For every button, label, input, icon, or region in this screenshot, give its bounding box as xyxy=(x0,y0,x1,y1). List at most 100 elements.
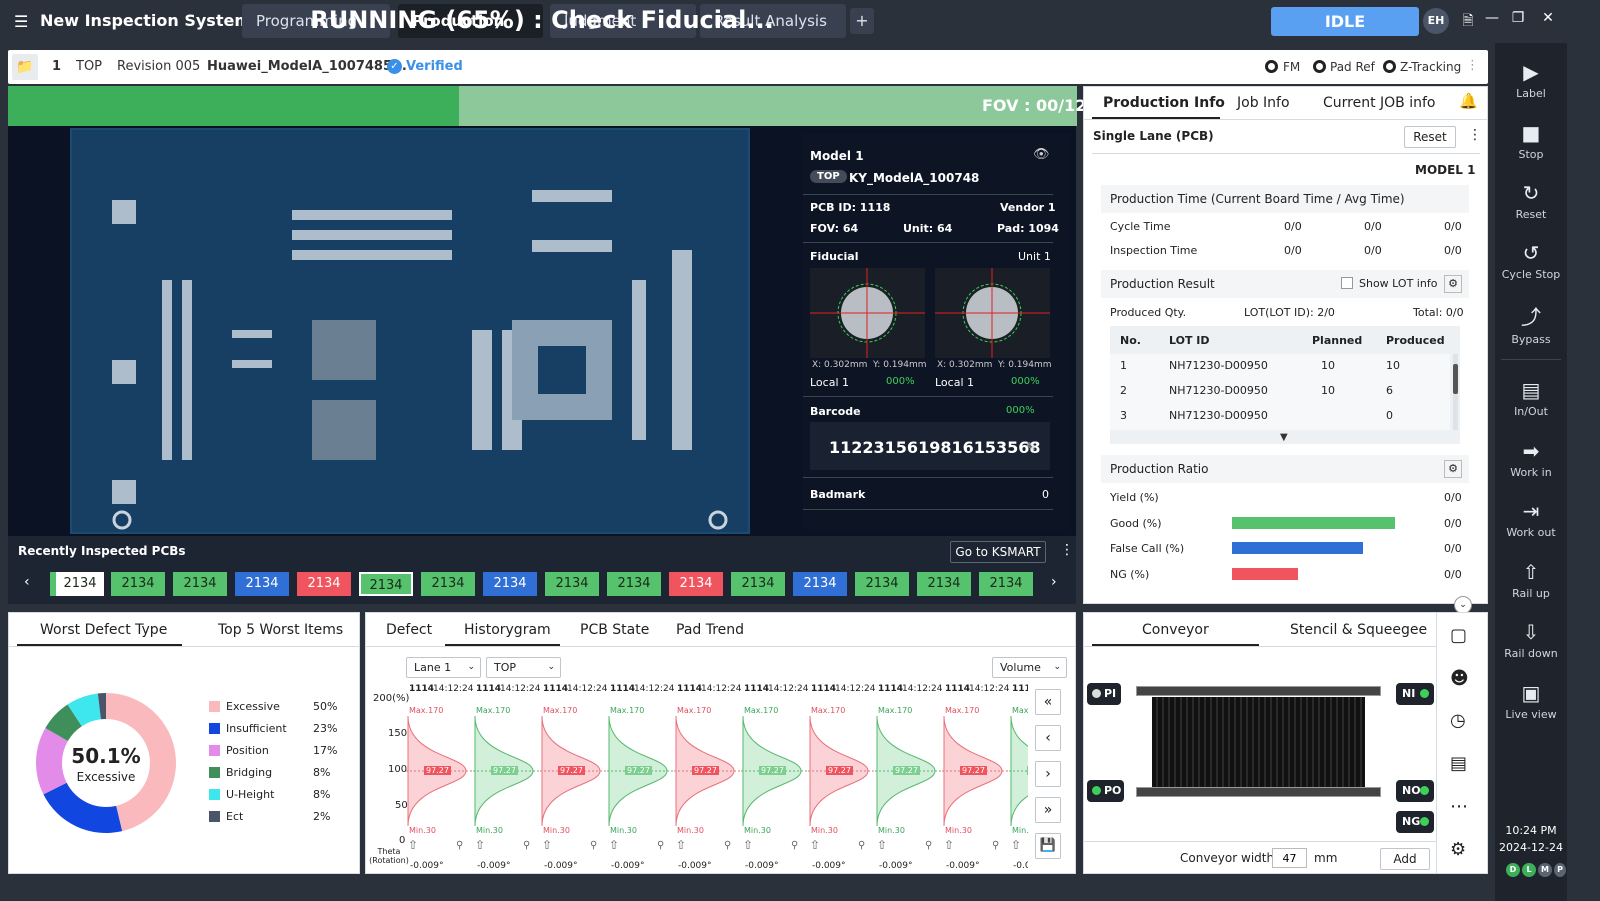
pcb-chip[interactable]: 2134 xyxy=(297,572,351,596)
more-icon[interactable]: ⋮ xyxy=(1468,127,1482,143)
show-lot-checkbox[interactable] xyxy=(1341,277,1353,289)
upload-icon[interactable]: ⇧ xyxy=(475,838,485,852)
tab-production-info[interactable]: Production Info xyxy=(1103,95,1225,111)
zoom-icon[interactable]: ⚲ xyxy=(992,840,999,851)
prev-icon[interactable]: ‹ xyxy=(24,574,30,590)
minimize-icon[interactable]: — xyxy=(1482,10,1502,26)
pcb-chip[interactable]: 2134 xyxy=(421,572,475,596)
mode-select[interactable]: Volume ⌄ xyxy=(992,657,1067,678)
close-icon[interactable]: ✕ xyxy=(1538,10,1558,26)
tab-pad-trend[interactable]: Pad Trend xyxy=(676,622,744,638)
stop-button[interactable]: ■ Stop xyxy=(1495,121,1567,161)
upload-icon[interactable]: ⇧ xyxy=(609,838,619,852)
tab-current-job-info[interactable]: Current JOB info xyxy=(1323,95,1436,111)
pcb-chip[interactable]: 2134 xyxy=(173,572,227,596)
tab-worst-defect[interactable]: Worst Defect Type xyxy=(40,622,167,638)
tab-stencil[interactable]: Stencil & Squeegee xyxy=(1290,622,1427,638)
work-out-button[interactable]: ⇥ Work out xyxy=(1495,499,1567,539)
upload-icon[interactable]: ⇧ xyxy=(408,838,418,852)
pcb-chip[interactable]: 2134 xyxy=(669,572,723,596)
first-page-button[interactable]: « xyxy=(1035,689,1061,715)
table-scrollbar[interactable] xyxy=(1453,354,1458,430)
histogram-column[interactable]: 111414:12:24Max.17097.27Min.30⇧⚲-0.009° xyxy=(942,680,1009,870)
hide-icon[interactable]: 👁 xyxy=(1033,147,1050,162)
last-page-button[interactable]: » xyxy=(1035,797,1061,823)
zoom-icon[interactable]: ⚲ xyxy=(925,840,932,851)
gear-icon[interactable]: ⚙ xyxy=(1444,275,1462,293)
upload-icon[interactable]: ⇧ xyxy=(542,838,552,852)
next-icon[interactable]: › xyxy=(1051,574,1057,590)
pcb-chip[interactable]: 2134 xyxy=(855,572,909,596)
histogram-area[interactable]: 1114 14:12:24 Max.170 97.27 Min.30 ⇧ ⚲ -0.009° 1… xyxy=(406,680,1028,870)
lane-select[interactable]: Lane 1 ⌄ xyxy=(406,657,481,678)
histogram-column[interactable]: 111414:12:24Max.17097.27Min.30⇧⚲-0.009° xyxy=(540,680,607,870)
rail-down-button[interactable]: ⇩ Rail down xyxy=(1495,620,1567,660)
histogram-column[interactable]: 111414:12:24Max.17097.27Min.30⇧⚲-0.009° xyxy=(875,680,942,870)
inout-button[interactable]: ▤ In/Out xyxy=(1495,378,1567,418)
upload-icon[interactable]: ⇧ xyxy=(877,838,887,852)
pcb-chip[interactable]: 2134 xyxy=(607,572,661,596)
ng-chart-icon[interactable]: ▤ xyxy=(1450,753,1467,774)
pcb-chip[interactable]: 2134 xyxy=(793,572,847,596)
tab-top5-worst[interactable]: Top 5 Worst Items xyxy=(218,622,343,638)
fm-radio[interactable] xyxy=(1265,60,1278,73)
side-select[interactable]: TOP ⌄ xyxy=(486,657,561,678)
bypass-button[interactable]: ⤴ Bypass xyxy=(1495,301,1567,346)
chevron-down-icon[interactable]: ▼ xyxy=(1280,432,1288,443)
upload-icon[interactable]: ⇧ xyxy=(944,838,954,852)
live-view-button[interactable]: ▣ Live view xyxy=(1495,681,1567,721)
gear-icon[interactable]: ⚙ xyxy=(1450,839,1466,860)
pcb-viewer[interactable]: Model 1 👁 TOP KY_ModelA_100748 PCB ID: 1… xyxy=(8,126,1076,536)
tab-conveyor[interactable]: Conveyor xyxy=(1142,622,1209,638)
zoom-icon[interactable]: ⚲ xyxy=(590,840,597,851)
pcb-chip[interactable]: 2134 xyxy=(979,572,1033,596)
cycle-stop-button[interactable]: ↺ Cycle Stop xyxy=(1495,241,1567,281)
zoom-icon[interactable]: ⚲ xyxy=(657,840,664,851)
conveyor-settings-icon[interactable]: ▢ xyxy=(1450,625,1467,646)
zoom-icon[interactable]: ⚲ xyxy=(523,840,530,851)
zoom-icon[interactable]: ⚲ xyxy=(724,840,731,851)
histogram-column[interactable]: 111414:12:24Max.17097.27Min.30⇧⚲-0.009° xyxy=(406,680,473,870)
upload-icon[interactable]: ⇧ xyxy=(1011,838,1021,852)
rail-up-button[interactable]: ⇧ Rail up xyxy=(1495,560,1567,600)
pcb-chip[interactable]: 2134 xyxy=(359,572,413,596)
tab-historygram[interactable]: Historygram xyxy=(464,622,551,638)
reset-button[interactable]: Reset xyxy=(1404,126,1456,148)
folder-icon[interactable]: 📁 xyxy=(12,54,38,80)
pcb-chip[interactable]: 2134 xyxy=(917,572,971,596)
tab-defect[interactable]: Defect xyxy=(386,622,432,638)
histogram-column[interactable]: 111414:12:24Max.17097.27Min.30⇧⚲-0.009° xyxy=(674,680,741,870)
zoom-icon[interactable]: ⚲ xyxy=(858,840,865,851)
prev-page-button[interactable]: ‹ xyxy=(1035,725,1061,751)
save-icon[interactable]: 💾 xyxy=(1035,833,1061,859)
pcb-chip[interactable]: 2134 xyxy=(545,572,599,596)
upload-icon[interactable]: ⇧ xyxy=(810,838,820,852)
add-button[interactable]: Add xyxy=(1380,848,1430,870)
pcb-chip[interactable]: 2134 xyxy=(731,572,785,596)
restore-icon[interactable]: ❐ xyxy=(1508,10,1528,26)
upload-icon[interactable]: ⇧ xyxy=(676,838,686,852)
document-icon[interactable]: 🗎 xyxy=(1458,10,1478,34)
pcb-chip[interactable]: 2134 xyxy=(111,572,165,596)
histogram-column[interactable]: 111414:12:24Max.17097.27Min.30⇧⚲-0.009° xyxy=(808,680,875,870)
pcb-chip[interactable]: 2134 xyxy=(483,572,537,596)
histogram-column[interactable]: 111414:12:24Max.17097.27Min.30⇧⚲-0.009° xyxy=(473,680,540,870)
more-icon[interactable]: ⋯ xyxy=(1450,796,1468,817)
gear-icon[interactable]: ⚙ xyxy=(1444,460,1462,478)
label-button[interactable]: ▶ Label xyxy=(1495,60,1567,100)
reset-machine-button[interactable]: ↻ Reset xyxy=(1495,181,1567,221)
ksmart-button[interactable]: Go to KSMART xyxy=(950,541,1046,563)
z-tracking-radio[interactable] xyxy=(1383,60,1396,73)
upload-icon[interactable]: ⇧ xyxy=(743,838,753,852)
pcb-chip[interactable]: 2134 xyxy=(235,572,289,596)
bell-icon[interactable]: 🔔 xyxy=(1459,92,1478,110)
histogram-column[interactable]: 111414:12:24Max.17097.27Min.30⇧⚲-0.009° xyxy=(1009,680,1028,870)
pcb-chip[interactable]: 2134 xyxy=(50,572,104,596)
user-settings-icon[interactable]: ☻ xyxy=(1450,668,1469,689)
next-page-button[interactable]: › xyxy=(1035,761,1061,787)
history-icon[interactable]: ◷ xyxy=(1450,710,1466,731)
tab-job-info[interactable]: Job Info xyxy=(1237,95,1290,111)
conveyor-width-input[interactable] xyxy=(1272,848,1307,868)
zoom-icon[interactable]: ⚲ xyxy=(791,840,798,851)
zoom-icon[interactable]: ⚲ xyxy=(456,840,463,851)
